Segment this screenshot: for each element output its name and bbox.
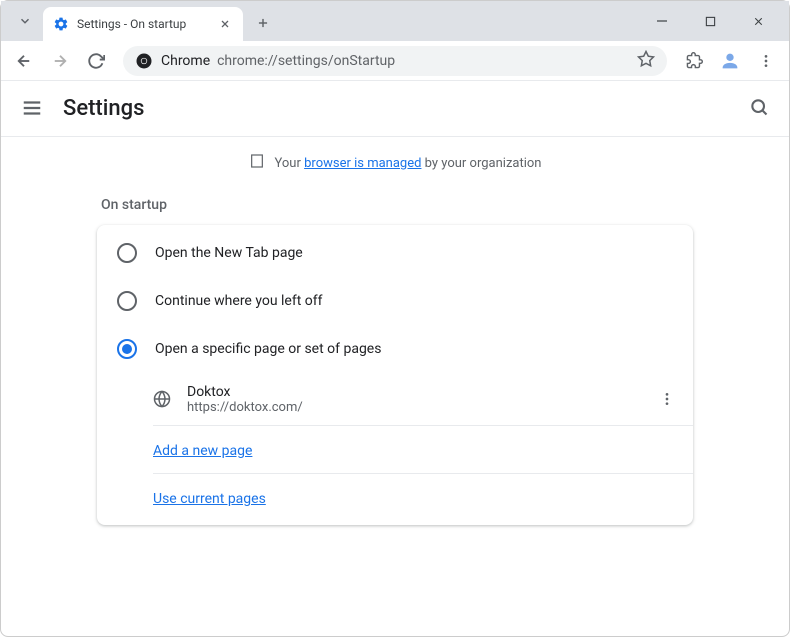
address-bar[interactable]: Chrome chrome://settings/onStartup bbox=[123, 46, 667, 76]
tab-strip: Settings - On startup bbox=[1, 1, 789, 41]
maximize-button[interactable] bbox=[695, 6, 725, 36]
radio-icon bbox=[117, 291, 137, 311]
profile-button[interactable] bbox=[715, 46, 745, 76]
startup-card: Open the New Tab page Continue where you… bbox=[97, 225, 693, 525]
page-title: Settings bbox=[63, 96, 144, 121]
kebab-menu-button[interactable] bbox=[751, 46, 781, 76]
extensions-button[interactable] bbox=[679, 46, 709, 76]
content-area: Your browser is managed by your organiza… bbox=[1, 137, 789, 636]
add-page-link[interactable]: Add a new page bbox=[153, 443, 252, 459]
browser-tab[interactable]: Settings - On startup bbox=[43, 7, 243, 41]
building-icon bbox=[249, 153, 265, 173]
option-continue[interactable]: Continue where you left off bbox=[97, 277, 693, 325]
back-button[interactable] bbox=[9, 46, 39, 76]
gear-icon bbox=[53, 16, 69, 32]
globe-icon bbox=[153, 390, 171, 408]
toolbar: Chrome chrome://settings/onStartup bbox=[1, 41, 789, 81]
section-title: On startup bbox=[101, 197, 693, 213]
option-new-tab[interactable]: Open the New Tab page bbox=[97, 229, 693, 277]
new-tab-button[interactable] bbox=[249, 9, 277, 37]
radio-icon bbox=[117, 243, 137, 263]
startup-page-row: Doktox https://doktox.com/ bbox=[97, 373, 693, 425]
page-url: https://doktox.com/ bbox=[187, 400, 635, 415]
more-actions-button[interactable] bbox=[651, 383, 683, 415]
option-specific[interactable]: Open a specific page or set of pages bbox=[97, 325, 693, 373]
app-bar: Settings bbox=[1, 81, 789, 137]
window-controls bbox=[647, 6, 789, 36]
managed-notice: Your browser is managed by your organiza… bbox=[249, 153, 542, 173]
reload-button[interactable] bbox=[81, 46, 111, 76]
managed-link[interactable]: browser is managed bbox=[304, 156, 421, 171]
minimize-button[interactable] bbox=[647, 6, 677, 36]
option-label: Open the New Tab page bbox=[155, 245, 303, 261]
tab-search-button[interactable] bbox=[11, 7, 39, 35]
tab-title: Settings - On startup bbox=[77, 17, 209, 31]
hamburger-icon[interactable] bbox=[21, 97, 45, 121]
bookmark-star-icon[interactable] bbox=[637, 50, 655, 72]
omnibox-text: Chrome chrome://settings/onStartup bbox=[161, 53, 395, 69]
forward-button[interactable] bbox=[45, 46, 75, 76]
search-icon[interactable] bbox=[749, 97, 769, 121]
chrome-icon bbox=[135, 52, 153, 70]
window-close-button[interactable] bbox=[743, 6, 773, 36]
radio-icon bbox=[117, 339, 137, 359]
use-current-link[interactable]: Use current pages bbox=[153, 491, 266, 507]
option-label: Open a specific page or set of pages bbox=[155, 341, 381, 357]
page-name: Doktox bbox=[187, 384, 635, 400]
managed-text: Your browser is managed by your organiza… bbox=[275, 156, 542, 171]
option-label: Continue where you left off bbox=[155, 293, 323, 309]
close-icon[interactable] bbox=[217, 16, 233, 32]
